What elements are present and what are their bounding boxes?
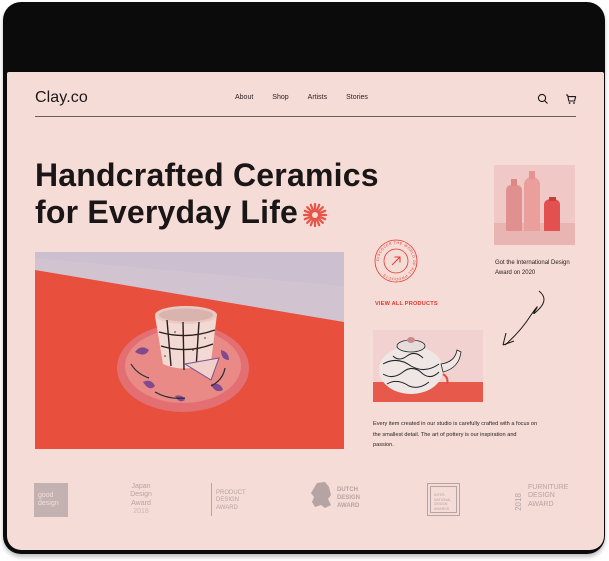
dutch-award-line-1: DUTCH — [337, 487, 358, 493]
international-design-awards-logo: INTER- NATIONAL DESIGN AWARDS — [427, 483, 460, 516]
hero-title-line-2-text: for Everyday Life — [35, 194, 299, 230]
product-award-line-2: DESIGN — [216, 497, 240, 504]
dutch-award-text: DUTCH DESIGN AWARD — [337, 486, 360, 510]
hand-drawn-arrow-icon — [499, 287, 555, 349]
teapot-photo — [373, 330, 483, 402]
discover-badge[interactable]: DISCOVER THE WORLD OF ALL PRODUCTS — [373, 238, 419, 284]
international-award-frame: INTER- NATIONAL DESIGN AWARDS — [430, 486, 457, 513]
furniture-award-year: 2018 — [514, 493, 523, 511]
header-divider — [35, 116, 576, 117]
furniture-award-line-2: DESIGN — [528, 492, 555, 500]
hero-title-line-1: Handcrafted Ceramics — [35, 157, 379, 193]
search-icon[interactable] — [537, 92, 549, 104]
furniture-award-line-3: AWARD — [528, 500, 554, 508]
furniture-design-award-logo: 2018 FURNITURE DESIGN AWARD — [514, 482, 578, 518]
product-design-award-logo: PRODUCT DESIGN AWARD — [211, 483, 257, 516]
studio-description: Every item created in our studio is care… — [373, 421, 538, 448]
sunburst-icon — [302, 199, 328, 227]
product-award-line-3: AWARD — [216, 504, 238, 511]
site-logo[interactable]: Clay.co — [35, 89, 88, 107]
netherlands-map-icon — [311, 482, 331, 508]
nav-shop[interactable]: Shop — [272, 94, 288, 101]
nav-stories[interactable]: Stories — [346, 94, 368, 101]
main-nav: About Shop Artists Stories — [235, 94, 387, 101]
hero-ceramic-photo — [35, 252, 344, 449]
nav-about[interactable]: About — [235, 94, 253, 101]
furniture-award-text: FURNITURE DESIGN AWARD — [528, 484, 568, 509]
award-caption: Got the International Design Award on 20… — [495, 260, 570, 276]
product-award-line-1: PRODUCT — [216, 490, 246, 496]
good-design-logo: good design — [34, 483, 68, 517]
dutch-design-award-logo: DUTCH DESIGN AWARD — [309, 481, 375, 517]
awards-row: good design Japan Design Award 2018 PROD… — [7, 477, 604, 527]
hero-title-line-2: for Everyday Life — [35, 194, 379, 231]
intl-award-line-4: AWARDS — [434, 506, 450, 511]
device-frame: Clay.co About Shop Artists Stories Handc… — [3, 2, 605, 554]
cart-icon[interactable] — [565, 92, 577, 104]
furniture-award-line-1: FURNITURE — [528, 484, 569, 491]
bottles-photo — [494, 165, 575, 245]
japan-award-line-3: Award — [131, 499, 151, 507]
website-screen: Clay.co About Shop Artists Stories Handc… — [7, 72, 604, 550]
nav-artists[interactable]: Artists — [308, 94, 327, 101]
view-all-products-link[interactable]: VIEW ALL PRODUCTS — [375, 301, 438, 307]
dutch-award-line-2: DESIGN — [337, 495, 361, 501]
japan-award-line-2: Design — [130, 491, 152, 499]
header-icons — [537, 92, 577, 104]
dutch-award-line-3: AWARD — [337, 503, 360, 509]
hero-title: Handcrafted Ceramics for Everyday Life — [35, 157, 379, 231]
japan-award-year: 2018 — [133, 508, 149, 516]
arrow-up-right-icon — [391, 256, 401, 266]
japan-design-award-logo: Japan Design Award 2018 — [125, 483, 157, 517]
japan-award-line-1: Japan — [131, 483, 151, 490]
